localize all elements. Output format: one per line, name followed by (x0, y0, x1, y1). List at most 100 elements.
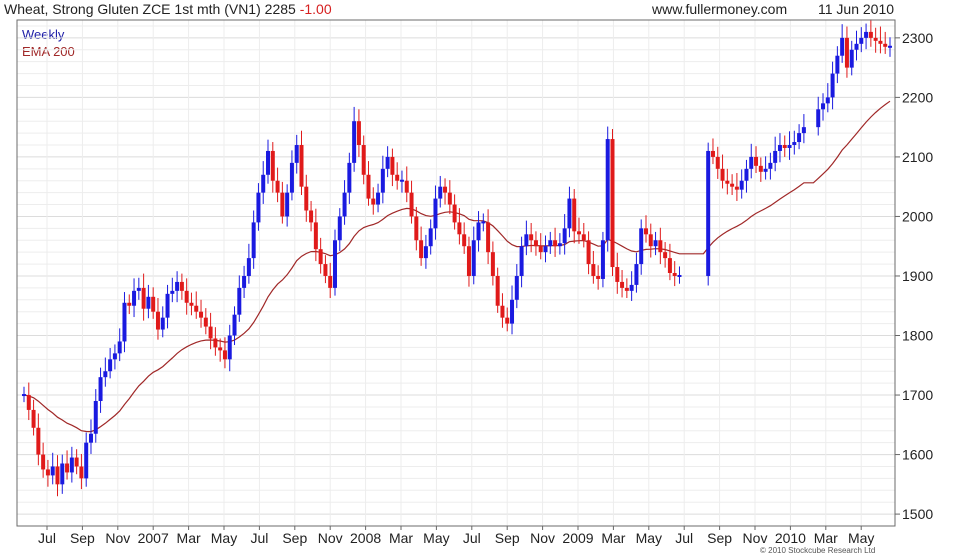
candle-up (634, 264, 639, 285)
candle-up (227, 335, 232, 360)
candle-down (309, 210, 314, 223)
candle-up (251, 222, 256, 259)
candle-up (289, 162, 294, 193)
x-tick-label: May (423, 530, 449, 546)
candle-up (342, 192, 347, 217)
candle-down (45, 469, 50, 476)
candle-up (749, 156, 754, 169)
candle-up (347, 162, 352, 193)
candle-up (768, 162, 773, 169)
x-tick-label: Nov (105, 530, 130, 546)
candle-down (414, 216, 419, 241)
candle-down (199, 311, 204, 318)
candle-down (758, 165, 763, 172)
x-tick-label: Jul (38, 530, 56, 546)
candle-up (481, 221, 486, 224)
candle-down (710, 150, 715, 157)
candles-layer (22, 19, 892, 497)
candle-down (663, 252, 668, 259)
candle-down (500, 305, 505, 318)
candle-down (55, 466, 60, 485)
x-tick-label: Jul (675, 530, 693, 546)
candle-up (98, 377, 103, 401)
candle-up (548, 240, 553, 247)
candle-down (878, 40, 883, 44)
candle-down (725, 180, 730, 184)
candle-down (203, 317, 208, 327)
y-tick-label: 2000 (902, 208, 933, 224)
candle-up (170, 290, 175, 294)
candle-down (328, 275, 333, 288)
candle-down (419, 240, 424, 259)
candle-up (859, 37, 864, 44)
candle-up (380, 168, 385, 193)
candle-down (208, 326, 213, 339)
candle-down (462, 234, 467, 247)
candle-down (356, 121, 361, 146)
candle-down (275, 180, 280, 193)
candle-down (155, 311, 160, 330)
candle-down (179, 281, 184, 291)
copyright-notice: © 2010 Stockcube Research Ltd (760, 546, 876, 555)
candle-down (361, 145, 366, 175)
candle-down (313, 222, 318, 250)
candle-down (79, 466, 84, 479)
candle-up (514, 275, 519, 300)
candle-up (22, 394, 26, 397)
candle-down (591, 264, 596, 276)
candle-down (447, 192, 452, 205)
y-tick-label: 1800 (902, 328, 933, 344)
y-tick-label: 1900 (902, 268, 933, 284)
candle-down (280, 192, 285, 217)
candle-up (165, 293, 170, 318)
candle-up (332, 240, 337, 288)
candle-down (31, 409, 36, 428)
candle-down (371, 198, 376, 205)
x-tick-label: Jul (250, 530, 268, 546)
x-tick-label: Nov (530, 530, 555, 546)
candle-up (160, 317, 165, 330)
candle-up (84, 442, 89, 479)
y-axis: 1500 1600 1700 1800 1900 2000 2100 2200 2300 (895, 30, 933, 522)
candle-down (505, 317, 510, 324)
candle-up (629, 284, 634, 291)
candle-up (567, 198, 572, 229)
candle-up (557, 243, 562, 247)
candle-down (577, 231, 582, 235)
candle-down (868, 31, 873, 38)
candle-up (266, 150, 271, 175)
candle-up (562, 228, 567, 244)
x-tick-label: Jul (463, 530, 481, 546)
candle-down (486, 222, 491, 253)
candle-down (610, 139, 615, 268)
candle-down (218, 347, 223, 351)
candle-down (495, 275, 500, 306)
candle-up (543, 246, 548, 253)
candle-up (175, 281, 180, 291)
candle-up (849, 49, 854, 68)
candle-down (409, 192, 414, 217)
candle-down (730, 183, 735, 187)
y-tick-label: 2300 (902, 30, 933, 46)
plot-frame (16, 19, 896, 527)
candle-up (261, 174, 266, 193)
x-axis: Jul Sep Nov 2007 Mar May Jul Sep Nov 2008 Mar May Ju… (38, 526, 874, 546)
candle-up (246, 258, 251, 276)
candle-down (572, 198, 577, 232)
x-tick-label: Mar (389, 530, 413, 546)
candle-up (773, 150, 778, 163)
candle-up (399, 179, 404, 182)
candle-up (821, 103, 826, 110)
candle-down (873, 37, 878, 41)
candle-up (146, 296, 151, 309)
candle-down (720, 168, 725, 181)
x-tick-label: May (848, 530, 874, 546)
candle-down (189, 302, 194, 306)
candle-down (667, 258, 672, 273)
candle-down (596, 275, 601, 279)
candle-up (69, 457, 74, 473)
candle-down (452, 204, 457, 223)
candle-down (529, 234, 534, 241)
candle-up (888, 45, 892, 48)
candle-down (443, 186, 448, 193)
